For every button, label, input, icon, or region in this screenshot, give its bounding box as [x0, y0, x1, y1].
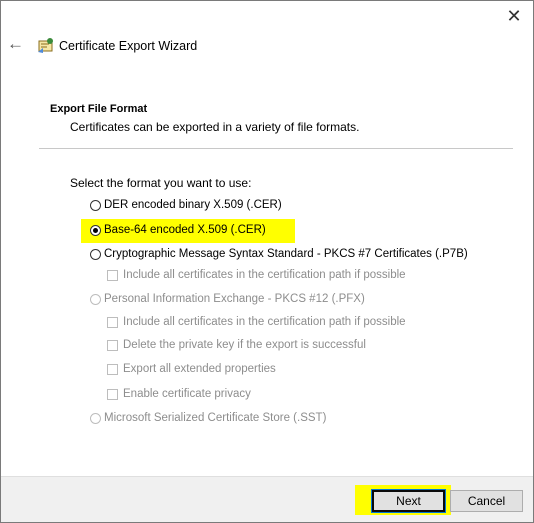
option-label: Delete the private key if the export is … — [123, 339, 366, 351]
option-label: Personal Information Exchange - PKCS #12… — [104, 293, 365, 305]
radio-pkcs7-option[interactable]: Cryptographic Message Syntax Standard - … — [90, 248, 468, 260]
certificate-export-wizard-window: ✕ ← Certificate Export Wizard Export Fil… — [0, 0, 534, 523]
option-label: Base-64 encoded X.509 (.CER) — [104, 224, 266, 236]
checkbox-export-extended-properties[interactable]: Export all extended properties — [107, 363, 276, 375]
radio-button-selected[interactable] — [90, 224, 101, 236]
option-label: Microsoft Serialized Certificate Store (… — [104, 412, 327, 424]
window-title: Certificate Export Wizard — [59, 39, 198, 53]
radio-der-option[interactable]: DER encoded binary X.509 (.CER) — [90, 199, 282, 211]
option-label: Include all certificates in the certific… — [123, 269, 406, 281]
option-label: Enable certificate privacy — [123, 388, 251, 400]
radio-sst-option[interactable]: Microsoft Serialized Certificate Store (… — [90, 412, 326, 424]
radio-button[interactable] — [90, 293, 101, 305]
checkbox[interactable] — [107, 316, 118, 328]
option-label: Include all certificates in the certific… — [123, 316, 406, 328]
section-subtitle: Certificates can be exported in a variet… — [70, 120, 360, 134]
checkbox-delete-private-key[interactable]: Delete the private key if the export is … — [107, 339, 366, 351]
certificate-icon — [37, 36, 55, 54]
close-icon[interactable]: ✕ — [503, 5, 525, 27]
divider — [39, 148, 513, 149]
back-arrow-icon[interactable]: ← — [7, 35, 25, 53]
checkbox-pkcs7-include-path[interactable]: Include all certificates in the certific… — [107, 269, 406, 281]
radio-button[interactable] — [90, 248, 101, 260]
radio-pfx-option[interactable]: Personal Information Exchange - PKCS #12… — [90, 293, 365, 305]
radio-base64-option[interactable]: Base-64 encoded X.509 (.CER) — [90, 224, 266, 236]
checkbox-enable-certificate-privacy[interactable]: Enable certificate privacy — [107, 388, 251, 400]
next-button[interactable]: Next — [371, 489, 446, 513]
checkbox[interactable] — [107, 269, 118, 281]
format-prompt: Select the format you want to use: — [70, 176, 252, 190]
section-title: Export File Format — [50, 103, 148, 115]
radio-button[interactable] — [90, 199, 101, 211]
radio-button[interactable] — [90, 412, 101, 424]
option-label: Cryptographic Message Syntax Standard - … — [104, 248, 468, 260]
option-label: DER encoded binary X.509 (.CER) — [104, 199, 282, 211]
checkbox[interactable] — [107, 339, 118, 351]
option-label: Export all extended properties — [123, 363, 276, 375]
cancel-button[interactable]: Cancel — [450, 490, 523, 512]
checkbox-pfx-include-path[interactable]: Include all certificates in the certific… — [107, 316, 406, 328]
checkbox[interactable] — [107, 388, 118, 400]
checkbox[interactable] — [107, 363, 118, 375]
